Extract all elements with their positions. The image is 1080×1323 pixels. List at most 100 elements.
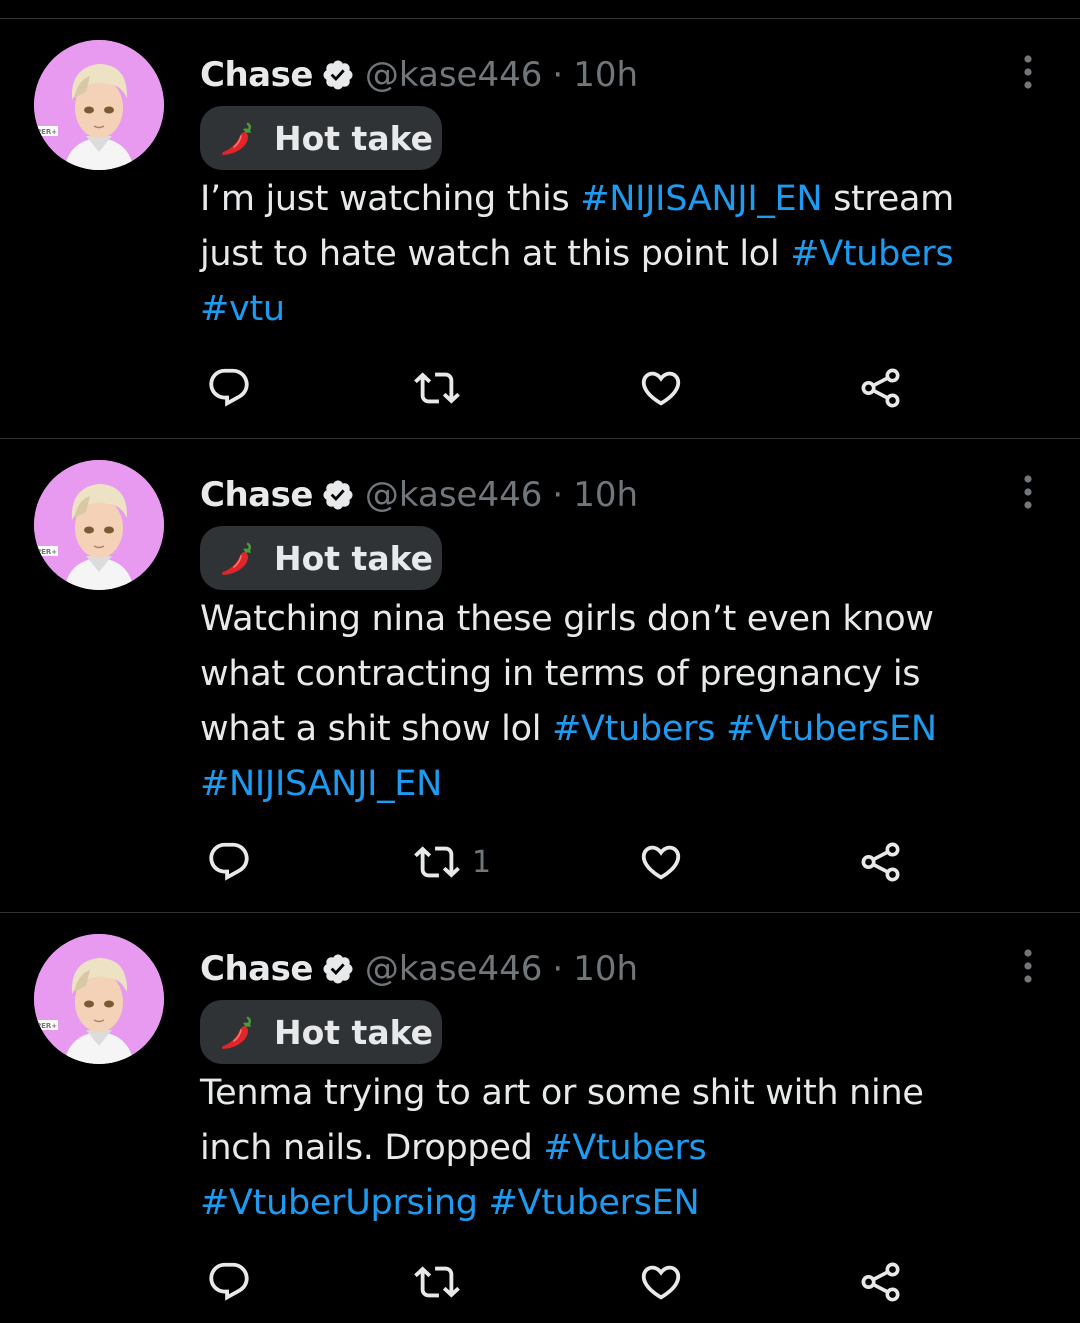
- share-icon: [858, 839, 904, 885]
- tweet-text: Watching nina these girls don’t even kno…: [200, 592, 1050, 812]
- retweet-icon: [414, 839, 460, 885]
- tweet-text-line: I’m just watching this #NIJISANJI_EN str…: [200, 172, 1050, 227]
- text-segment: just to hate watch at this point lol: [200, 234, 791, 274]
- reply-button[interactable]: [206, 838, 252, 886]
- like-icon: [638, 839, 684, 885]
- like-icon: [638, 1259, 684, 1305]
- author-name[interactable]: Chase: [200, 55, 313, 95]
- more-options-button[interactable]: [1008, 472, 1048, 512]
- topic-tag-pill[interactable]: Hot take: [200, 1000, 442, 1064]
- chili-pepper-icon: [218, 118, 258, 158]
- hashtag-link[interactable]: #Vtubers: [543, 1128, 706, 1168]
- retweet-button[interactable]: [414, 1258, 460, 1306]
- share-icon: [858, 1259, 904, 1305]
- tweet-header: Chase @kase446 · 10h: [200, 470, 638, 520]
- author-name[interactable]: Chase: [200, 949, 313, 989]
- tweet-divider: [0, 438, 1080, 439]
- share-button[interactable]: [858, 364, 904, 412]
- tweet-text-line: #NIJISANJI_EN: [200, 757, 1050, 812]
- text-segment: I’m just watching this: [200, 179, 581, 219]
- share-button[interactable]: [858, 1258, 904, 1306]
- tweet-header: Chase @kase446 · 10h: [200, 944, 638, 994]
- topic-tag-label: Hot take: [274, 1012, 434, 1052]
- tweet-header: Chase @kase446 · 10h: [200, 50, 638, 100]
- text-segment: Tenma trying to art or some shit with ni…: [200, 1073, 924, 1113]
- reply-icon: [206, 1259, 252, 1305]
- hashtag-link[interactable]: #vtu: [200, 289, 285, 329]
- retweet-count: 1: [472, 844, 492, 880]
- svg-text:PER+: PER+: [36, 128, 57, 136]
- retweet-icon: [414, 365, 460, 411]
- author-handle[interactable]: @kase446: [365, 949, 542, 989]
- text-segment: what a shit show lol: [200, 709, 552, 749]
- like-button[interactable]: [638, 364, 684, 412]
- hashtag-link[interactable]: #Vtubers: [790, 234, 953, 274]
- text-segment: [478, 1183, 489, 1223]
- separator-dot: ·: [552, 949, 564, 989]
- more-options-button[interactable]: [1008, 946, 1048, 986]
- topic-tag-pill[interactable]: Hot take: [200, 526, 442, 590]
- hashtag-link[interactable]: #NIJISANJI_EN: [580, 179, 822, 219]
- share-icon: [858, 365, 904, 411]
- topic-tag-label: Hot take: [274, 118, 434, 158]
- separator-dot: ·: [552, 475, 564, 515]
- reply-button[interactable]: [206, 364, 252, 412]
- tweet-actions: [0, 1258, 1080, 1306]
- reply-button[interactable]: [206, 1258, 252, 1306]
- timestamp[interactable]: 10h: [573, 475, 638, 515]
- timestamp[interactable]: 10h: [573, 55, 638, 95]
- tweet-text-line: just to hate watch at this point lol #Vt…: [200, 227, 1050, 282]
- verified-badge-icon: [321, 478, 355, 512]
- text-segment: inch nails. Dropped: [200, 1128, 544, 1168]
- avatar[interactable]: PER+: [34, 40, 164, 170]
- retweet-button[interactable]: [414, 364, 460, 412]
- topic-tag-pill[interactable]: Hot take: [200, 106, 442, 170]
- verified-badge-icon: [321, 952, 355, 986]
- author-handle[interactable]: @kase446: [365, 475, 542, 515]
- tweet-text: I’m just watching this #NIJISANJI_EN str…: [200, 172, 1050, 337]
- like-button[interactable]: [638, 1258, 684, 1306]
- text-segment: what contracting in terms of pregnancy i…: [200, 654, 921, 694]
- hashtag-link[interactable]: #NIJISANJI_EN: [200, 764, 442, 804]
- reply-icon: [206, 839, 252, 885]
- hashtag-link[interactable]: #Vtubers: [552, 709, 715, 749]
- reply-icon: [206, 365, 252, 411]
- retweet-button[interactable]: 1: [414, 838, 491, 886]
- retweet-icon: [414, 1259, 460, 1305]
- tweet-actions: 1: [0, 838, 1080, 886]
- text-segment: [715, 709, 726, 749]
- chili-pepper-icon: [218, 1012, 258, 1052]
- verified-badge-icon: [321, 58, 355, 92]
- more-options-button[interactable]: [1008, 52, 1048, 92]
- more-vertical-icon: [1023, 54, 1033, 90]
- tweet-text-line: what contracting in terms of pregnancy i…: [200, 647, 1050, 702]
- hashtag-link[interactable]: #VtubersEN: [726, 709, 937, 749]
- like-button[interactable]: [638, 838, 684, 886]
- author-handle[interactable]: @kase446: [365, 55, 542, 95]
- avatar[interactable]: PER+: [34, 460, 164, 590]
- tweet-divider: [0, 912, 1080, 913]
- top-divider: [0, 18, 1080, 19]
- more-vertical-icon: [1023, 948, 1033, 984]
- topic-tag-label: Hot take: [274, 538, 434, 578]
- share-button[interactable]: [858, 838, 904, 886]
- hashtag-link[interactable]: #VtuberUprsing: [200, 1183, 478, 1223]
- tweet-text-line: Tenma trying to art or some shit with ni…: [200, 1066, 1050, 1121]
- text-segment: stream: [822, 179, 954, 219]
- more-vertical-icon: [1023, 474, 1033, 510]
- author-name[interactable]: Chase: [200, 475, 313, 515]
- like-icon: [638, 365, 684, 411]
- timestamp[interactable]: 10h: [573, 949, 638, 989]
- svg-text:PER+: PER+: [36, 1022, 57, 1030]
- separator-dot: ·: [552, 55, 564, 95]
- svg-text:PER+: PER+: [36, 548, 57, 556]
- tweet-text-line: what a shit show lol #Vtubers #VtubersEN: [200, 702, 1050, 757]
- text-segment: Watching nina these girls don’t even kno…: [200, 599, 934, 639]
- hashtag-link[interactable]: #VtubersEN: [489, 1183, 700, 1223]
- avatar[interactable]: PER+: [34, 934, 164, 1064]
- chili-pepper-icon: [218, 538, 258, 578]
- tweet-text-line: Watching nina these girls don’t even kno…: [200, 592, 1050, 647]
- tweet-text-line: #vtu: [200, 282, 1050, 337]
- tweet-actions: [0, 364, 1080, 412]
- tweet-text-line: inch nails. Dropped #Vtubers: [200, 1121, 1050, 1176]
